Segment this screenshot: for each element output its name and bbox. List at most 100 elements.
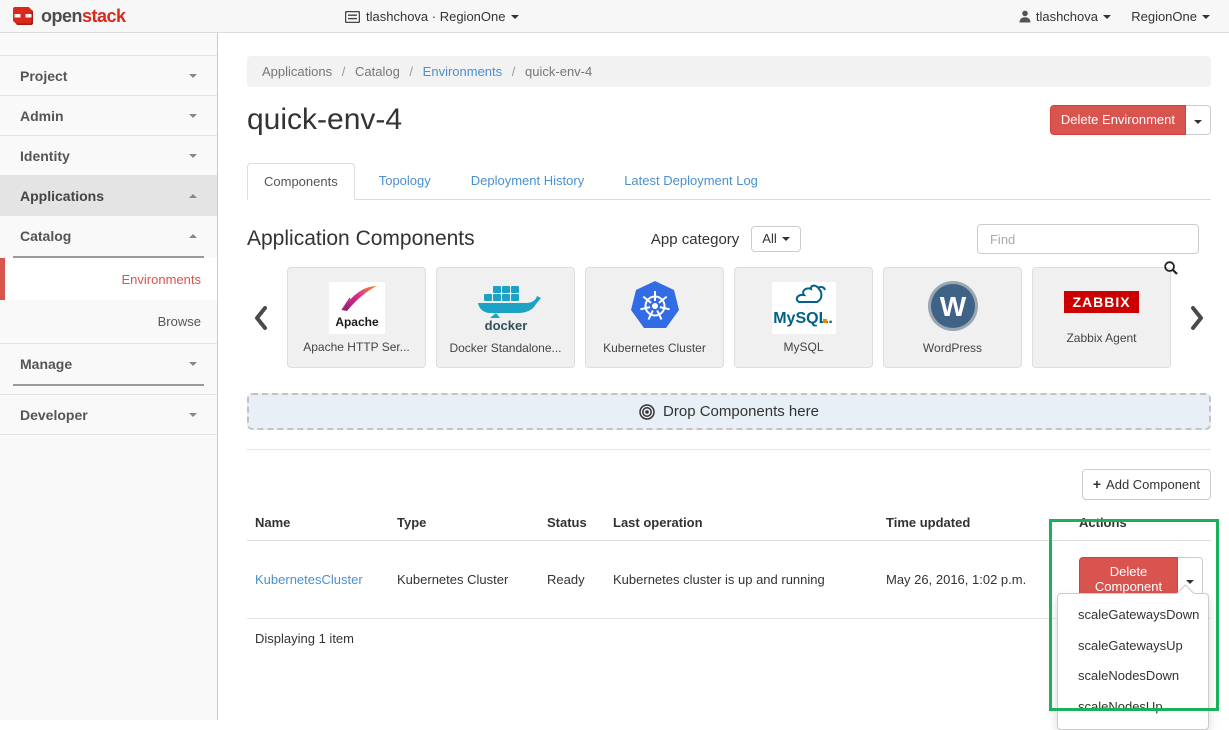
wordpress-logo: W xyxy=(927,280,979,335)
chevron-up-icon xyxy=(189,194,197,198)
region-label: RegionOne xyxy=(1131,9,1197,24)
tab-topology[interactable]: Topology xyxy=(363,163,447,200)
user-menu[interactable]: tlashchova xyxy=(1019,0,1111,33)
menu-item-scale-nodes-down[interactable]: scaleNodesDown xyxy=(1058,661,1208,692)
tile-label: Apache HTTP Ser... xyxy=(303,340,410,354)
openstack-logo[interactable]: openstack xyxy=(12,6,126,27)
chevron-down-icon xyxy=(1103,15,1111,19)
sidebar-item-admin[interactable]: Admin xyxy=(0,96,217,136)
chevron-left-icon xyxy=(254,305,268,331)
component-time-updated-cell: May 26, 2016, 1:02 p.m. xyxy=(878,540,1071,618)
chevron-down-icon xyxy=(511,15,519,19)
table-row: KubernetesCluster Kubernetes Cluster Rea… xyxy=(247,540,1211,618)
region-menu[interactable]: RegionOne xyxy=(1131,0,1210,33)
chevron-down-icon xyxy=(189,413,197,417)
column-header-time-updated: Time updated xyxy=(878,507,1071,541)
sidebar-item-label: Browse xyxy=(158,314,201,329)
docker-logo: docker xyxy=(470,280,542,335)
menu-item-scale-nodes-up[interactable]: scaleNodesUp xyxy=(1058,692,1208,723)
svg-text:docker: docker xyxy=(484,318,527,332)
zabbix-logo: ZABBIX xyxy=(1064,291,1138,313)
tab-deployment-history[interactable]: Deployment History xyxy=(455,163,600,200)
sidebar-spacer xyxy=(0,386,217,395)
column-header-last-operation: Last operation xyxy=(605,507,878,541)
menu-item-scale-gateways-up[interactable]: scaleGatewaysUp xyxy=(1058,631,1208,662)
main-content: Applications / Catalog / Environments / … xyxy=(218,33,1229,720)
delete-environment-button[interactable]: Delete Environment xyxy=(1050,105,1186,135)
carousel-next-button[interactable] xyxy=(1183,305,1211,331)
carousel-prev-button[interactable] xyxy=(247,305,275,331)
sidebar: Project Admin Identity Applications Cata… xyxy=(0,33,218,720)
component-tile-docker[interactable]: docker Docker Standalone... xyxy=(436,267,575,368)
chevron-right-icon xyxy=(1190,305,1204,331)
sidebar-item-catalog[interactable]: Catalog xyxy=(0,216,217,256)
component-tile-zabbix[interactable]: ZABBIX Zabbix Agent xyxy=(1032,267,1171,368)
mysql-logo: MySQL. xyxy=(772,282,836,334)
chevron-down-icon xyxy=(189,362,197,366)
sidebar-item-applications[interactable]: Applications xyxy=(0,176,217,216)
brand-text: openstack xyxy=(41,6,126,27)
user-label: tlashchova xyxy=(1036,9,1098,24)
breadcrumb-item-catalog: Catalog xyxy=(355,64,400,79)
user-icon xyxy=(1019,10,1031,23)
project-context-switcher[interactable]: tlashchova · RegionOne xyxy=(345,0,519,33)
sidebar-item-label: Identity xyxy=(20,148,70,164)
tile-label: Docker Standalone... xyxy=(449,341,561,355)
domain-icon xyxy=(345,11,360,23)
sidebar-item-environments[interactable]: Environments xyxy=(0,258,217,300)
sidebar-item-label: Admin xyxy=(20,108,64,124)
search-icon[interactable] xyxy=(1164,261,1178,275)
drop-zone-label: Drop Components here xyxy=(663,403,819,420)
chevron-down-icon xyxy=(1202,15,1210,19)
table-header-row: Name Type Status Last operation Time upd… xyxy=(247,507,1211,541)
sidebar-item-manage[interactable]: Manage xyxy=(0,344,217,384)
sidebar-item-browse[interactable]: Browse xyxy=(0,300,217,344)
tile-label: Zabbix Agent xyxy=(1066,331,1136,345)
chevron-down-icon xyxy=(1194,120,1202,124)
add-component-button[interactable]: + Add Component xyxy=(1082,469,1211,500)
breadcrumb-item-current: quick-env-4 xyxy=(525,64,592,79)
sidebar-item-label: Project xyxy=(20,68,67,84)
plus-icon: + xyxy=(1093,476,1101,493)
svg-text:W: W xyxy=(939,291,966,322)
delete-environment-button-group: Delete Environment xyxy=(1050,105,1211,135)
drop-components-zone[interactable]: Drop Components here xyxy=(247,393,1211,430)
sidebar-item-identity[interactable]: Identity xyxy=(0,136,217,176)
kubernetes-logo xyxy=(629,280,681,335)
sidebar-item-project[interactable]: Project xyxy=(0,56,217,96)
panel-heading: Application Components xyxy=(247,227,475,251)
breadcrumb: Applications / Catalog / Environments / … xyxy=(247,56,1211,87)
sidebar-item-label: Developer xyxy=(20,407,88,423)
column-header-actions: Actions xyxy=(1071,507,1211,541)
svg-text:Apache: Apache xyxy=(335,315,379,329)
tab-components[interactable]: Components xyxy=(247,163,355,200)
component-tile-wordpress[interactable]: W WordPress xyxy=(883,267,1022,368)
component-tile-mysql[interactable]: MySQL. MySQL xyxy=(734,267,873,368)
topbar: openstack tlashchova · RegionOne tlashch… xyxy=(0,0,1229,33)
component-actions-dropdown: scaleGatewaysDown scaleGatewaysUp scaleN… xyxy=(1057,593,1209,730)
menu-item-scale-gateways-down[interactable]: scaleGatewaysDown xyxy=(1058,600,1208,631)
category-filter-dropdown[interactable]: All xyxy=(751,226,800,252)
sidebar-item-developer[interactable]: Developer xyxy=(0,395,217,435)
sidebar-collapsed-stub xyxy=(0,33,217,56)
component-name-link[interactable]: KubernetesCluster xyxy=(255,572,363,587)
delete-environment-dropdown-toggle[interactable] xyxy=(1186,105,1211,135)
components-table: Name Type Status Last operation Time upd… xyxy=(247,507,1211,619)
component-type-cell: Kubernetes Cluster xyxy=(389,540,539,618)
svg-text:MySQL.: MySQL. xyxy=(773,310,833,327)
components-carousel: Apache Apache HTTP Ser... xyxy=(247,267,1211,368)
component-tile-apache[interactable]: Apache Apache HTTP Ser... xyxy=(287,267,426,368)
chevron-down-icon xyxy=(782,237,790,241)
tile-label: WordPress xyxy=(923,341,982,355)
tile-label: Kubernetes Cluster xyxy=(603,341,706,355)
component-tile-kubernetes[interactable]: Kubernetes Cluster xyxy=(585,267,724,368)
openstack-cube-icon xyxy=(12,6,34,26)
breadcrumb-link-environments[interactable]: Environments xyxy=(423,64,502,79)
sidebar-item-label: Manage xyxy=(20,356,72,372)
tab-latest-deployment-log[interactable]: Latest Deployment Log xyxy=(608,163,774,200)
column-header-type: Type xyxy=(389,507,539,541)
chevron-down-icon xyxy=(1186,580,1194,584)
apache-logo: Apache xyxy=(329,282,385,334)
find-input[interactable] xyxy=(977,224,1199,254)
component-status-cell: Ready xyxy=(539,540,605,618)
